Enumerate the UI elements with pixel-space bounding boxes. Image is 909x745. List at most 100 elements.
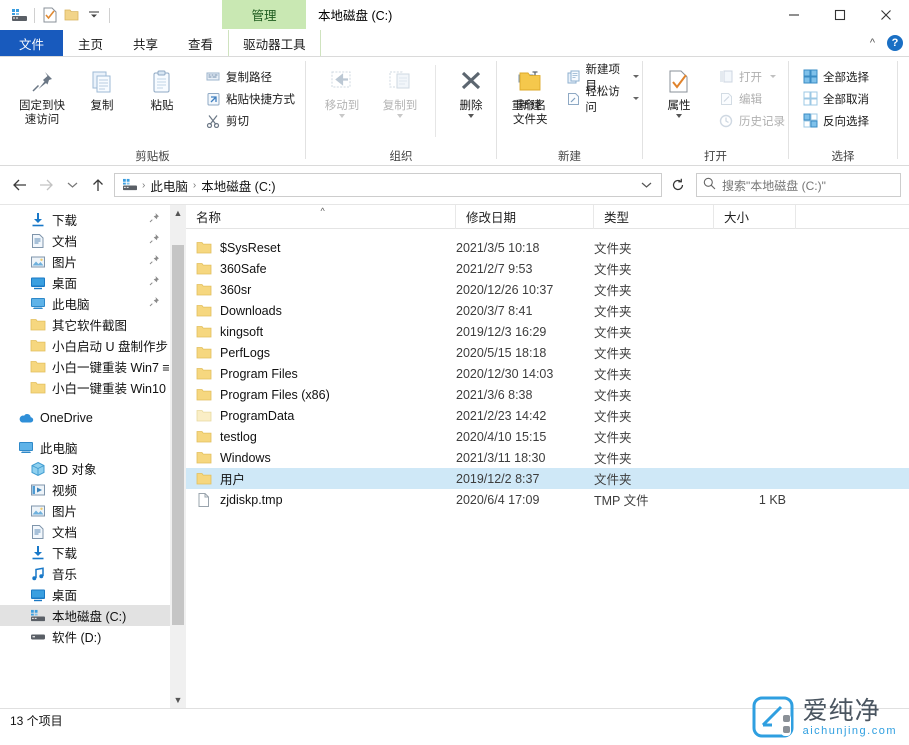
table-row[interactable]: 360Safe 2021/2/7 9:53 文件夹 [186, 258, 909, 279]
move-to-caret-icon[interactable] [339, 114, 345, 118]
sidebar-item-小白启动-U-盘制作步[interactable]: 小白启动 U 盘制作步 [0, 335, 170, 356]
column-header-date[interactable]: 修改日期 [456, 205, 594, 229]
tab-view[interactable]: 查看 [173, 30, 228, 56]
customize-caret-icon[interactable] [83, 4, 105, 26]
sidebar-item-桌面[interactable]: 桌面 [0, 272, 170, 293]
scroll-down-arrow-icon[interactable]: ▼ [170, 692, 186, 708]
table-row[interactable]: Program Files (x86) 2021/3/6 8:38 文件夹 [186, 384, 909, 405]
table-row[interactable]: testlog 2020/4/10 15:15 文件夹 [186, 426, 909, 447]
breadcrumb-local-disk[interactable]: 本地磁盘 (C:) [197, 176, 279, 195]
pin-icon[interactable] [148, 254, 162, 268]
sidebar-item-视频[interactable]: 视频 [0, 479, 170, 500]
chevron-down-icon[interactable] [635, 174, 657, 196]
column-header-type[interactable]: 类型 [594, 205, 714, 229]
new-item-caret-icon[interactable] [633, 75, 639, 78]
delete-button[interactable]: 删除 [443, 63, 499, 137]
copy-to-caret-icon[interactable] [397, 114, 403, 118]
sidebar-item-本地磁盘-(C:)[interactable]: 本地磁盘 (C:) [0, 605, 170, 626]
table-row[interactable]: $SysReset 2021/3/5 10:18 文件夹 [186, 237, 909, 258]
sidebar-item-文档[interactable]: 文档 [0, 230, 170, 251]
properties-caret-icon[interactable] [676, 114, 682, 118]
table-row[interactable]: PerfLogs 2020/5/15 18:18 文件夹 [186, 342, 909, 363]
sidebar-item-图片[interactable]: 图片 [0, 251, 170, 272]
table-row[interactable]: zjdiskp.tmp 2020/6/4 17:09 TMP 文件 1 KB [186, 489, 909, 510]
sidebar-item-此电脑[interactable]: 此电脑 [0, 437, 170, 458]
close-button[interactable] [863, 0, 909, 30]
tab-drive-tools[interactable]: 驱动器工具 [228, 30, 321, 56]
collapse-ribbon-icon[interactable]: ^ [870, 37, 875, 49]
scroll-up-arrow-icon[interactable]: ▲ [170, 205, 186, 221]
sidebar-item-下载[interactable]: 下载 [0, 542, 170, 563]
column-header-size[interactable]: 大小 [714, 205, 796, 229]
open-button[interactable]: 打开 [715, 66, 788, 87]
contextual-tab-management[interactable]: 管理 [222, 0, 306, 29]
tab-share[interactable]: 共享 [118, 30, 173, 56]
history-button[interactable]: 历史记录 [715, 110, 788, 131]
ribbon-group-clipboard: 固定到快 速访问 复制 [0, 57, 305, 166]
pin-to-quick-access-button[interactable]: 固定到快 速访问 [14, 63, 70, 131]
table-row[interactable]: Program Files 2020/12/30 14:03 文件夹 [186, 363, 909, 384]
search-box[interactable]: 搜索"本地磁盘 (C:)" [696, 173, 901, 197]
drive-icon[interactable] [119, 178, 141, 192]
sidebar-item-下载[interactable]: 下载 [0, 209, 170, 230]
pin-icon[interactable] [148, 296, 162, 310]
sidebar-item-小白一键重装-Win7-≡[interactable]: 小白一键重装 Win7 ≡ [0, 356, 170, 377]
table-row[interactable]: 用户 2019/12/2 8:37 文件夹 [186, 468, 909, 489]
table-row[interactable]: ProgramData 2021/2/23 14:42 文件夹 [186, 405, 909, 426]
sidebar-item-其它软件截图[interactable]: 其它软件截图 [0, 314, 170, 335]
new-folder-button[interactable]: 新建 文件夹 [505, 63, 556, 127]
paste-button[interactable]: 粘贴 [134, 63, 190, 131]
sidebar-item-图片[interactable]: 图片 [0, 500, 170, 521]
sidebar-item-3D-对象[interactable]: 3D 对象 [0, 458, 170, 479]
help-icon[interactable]: ? [887, 35, 903, 51]
pin-icon[interactable] [148, 212, 162, 226]
sidebar-item-OneDrive[interactable]: OneDrive [0, 407, 170, 428]
refresh-button[interactable] [666, 173, 690, 197]
tab-home[interactable]: 主页 [63, 30, 118, 56]
properties-button[interactable]: 属性 [651, 63, 707, 131]
properties-icon[interactable] [39, 4, 61, 26]
path-breadcrumb-box[interactable]: › 此电脑 › 本地磁盘 (C:) [114, 173, 662, 197]
table-row[interactable]: Windows 2021/3/11 18:30 文件夹 [186, 447, 909, 468]
select-none-button[interactable]: 全部取消 [799, 88, 872, 109]
sidebar-item-小白一键重装-Win10[interactable]: 小白一键重装 Win10 [0, 377, 170, 398]
select-all-button[interactable]: 全部选择 [799, 66, 872, 87]
move-to-button[interactable]: 移动到 [314, 63, 370, 137]
delete-caret-icon[interactable] [468, 114, 474, 118]
copy-button[interactable]: 复制 [74, 63, 130, 131]
easy-access-button[interactable]: 轻松访问 [564, 88, 642, 109]
copy-to-button[interactable]: 复制到 [372, 63, 428, 137]
back-button[interactable] [8, 173, 32, 197]
sidebar-item-文档[interactable]: 文档 [0, 521, 170, 542]
pin-icon[interactable] [148, 275, 162, 289]
sidebar-item-软件-(D:)[interactable]: 软件 (D:) [0, 626, 170, 647]
new-folder-icon[interactable] [61, 4, 83, 26]
column-header-name[interactable]: 名称 ^ [186, 205, 456, 229]
drive-icon[interactable] [8, 4, 30, 26]
breadcrumb-this-pc[interactable]: 此电脑 [146, 176, 192, 195]
invert-selection-button[interactable]: 反向选择 [799, 110, 872, 131]
search-input[interactable]: 搜索"本地磁盘 (C:)" [722, 177, 826, 194]
paste-shortcut-button[interactable]: 粘贴快捷方式 [202, 88, 298, 109]
maximize-button[interactable] [817, 0, 863, 30]
recent-locations-button[interactable] [60, 173, 84, 197]
navigation-pane-scrollbar[interactable]: ▲ ▼ [170, 205, 186, 708]
scrollbar-thumb[interactable] [172, 245, 184, 625]
cut-button[interactable]: 剪切 [202, 110, 298, 131]
copy-path-button[interactable]: 复制路径 [202, 66, 298, 87]
minimize-button[interactable] [771, 0, 817, 30]
easy-access-caret-icon[interactable] [633, 97, 639, 100]
table-row[interactable]: Downloads 2020/3/7 8:41 文件夹 [186, 300, 909, 321]
edit-button[interactable]: 编辑 [715, 88, 788, 109]
table-row[interactable]: kingsoft 2019/12/3 16:29 文件夹 [186, 321, 909, 342]
pin-icon[interactable] [148, 233, 162, 247]
tab-file[interactable]: 文件 [0, 30, 63, 56]
sidebar-item-label: 小白一键重装 Win7 ≡ [52, 357, 170, 376]
up-button[interactable] [86, 173, 110, 197]
sidebar-item-桌面[interactable]: 桌面 [0, 584, 170, 605]
forward-button[interactable] [34, 173, 58, 197]
table-row[interactable]: 360sr 2020/12/26 10:37 文件夹 [186, 279, 909, 300]
open-caret-icon[interactable] [770, 75, 776, 78]
sidebar-item-此电脑[interactable]: 此电脑 [0, 293, 170, 314]
sidebar-item-音乐[interactable]: 音乐 [0, 563, 170, 584]
